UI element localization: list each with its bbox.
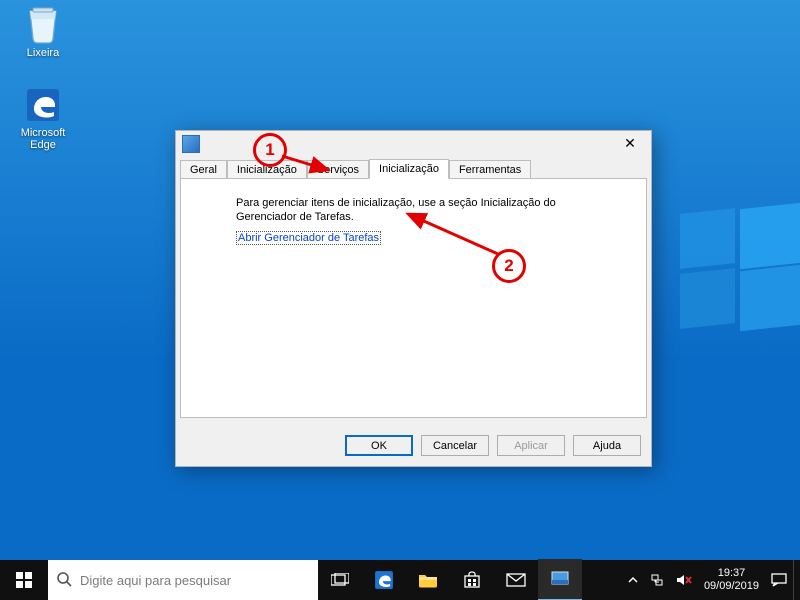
msconfig-dialog: ✕ Geral Inicialização Serviços Inicializ… [175,130,652,467]
desktop-icon-label: Microsoft Edge [8,127,78,151]
annotation-number: 1 [265,140,274,160]
taskbar-search[interactable]: Digite aqui para pesquisar [48,560,318,600]
taskbar-app-msconfig[interactable] [538,559,582,600]
dialog-titlebar[interactable]: ✕ [176,131,651,157]
taskbar-app-mail[interactable] [494,560,538,600]
notification-icon [771,573,787,587]
open-task-manager-link[interactable]: Abrir Gerenciador de Tarefas [236,231,381,245]
ok-button[interactable]: OK [345,435,413,456]
system-tray: 19:37 09/09/2019 [622,560,800,600]
msconfig-app-icon [182,135,200,153]
clock-time: 19:37 [704,567,759,580]
task-view-button[interactable] [318,560,362,600]
tray-volume-button[interactable] [670,560,698,600]
msconfig-icon [551,571,569,587]
taskbar: Digite aqui para pesquisar [0,560,800,600]
taskbar-app-store[interactable] [450,560,494,600]
desktop: Lixeira Microsoft Edge ✕ Geral Inicializ… [0,0,800,600]
annotation-arrow-1 [280,152,340,178]
folder-icon [418,572,438,588]
task-view-icon [331,573,349,587]
close-button[interactable]: ✕ [615,134,645,154]
annotation-arrow-2 [398,208,508,264]
desktop-icon-edge[interactable]: Microsoft Edge [8,85,78,151]
tab-tools[interactable]: Ferramentas [449,160,531,179]
start-button[interactable] [0,560,48,600]
desktop-icon-recycle-bin[interactable]: Lixeira [8,5,78,59]
windows-start-icon [16,572,32,588]
volume-muted-icon [676,573,692,587]
action-center-button[interactable] [765,560,793,600]
tab-general[interactable]: Geral [180,160,227,179]
edge-icon [374,570,394,590]
taskbar-clock[interactable]: 19:37 09/09/2019 [698,567,765,592]
search-icon [56,571,72,590]
desktop-icon-label: Lixeira [8,47,78,59]
clock-date: 09/09/2019 [704,580,759,593]
search-placeholder: Digite aqui para pesquisar [80,573,231,588]
cancel-button[interactable]: Cancelar [421,435,489,456]
mail-icon [506,573,526,587]
network-icon [650,573,664,587]
chevron-up-icon [628,575,638,585]
dialog-button-row: OK Cancelar Aplicar Ajuda [345,435,641,456]
tab-startup[interactable]: Inicialização [369,159,449,179]
taskbar-app-edge[interactable] [362,560,406,600]
tray-network-button[interactable] [644,560,670,600]
show-desktop-button[interactable] [793,560,800,600]
store-icon [463,571,481,589]
dialog-tabstrip: Geral Inicialização Serviços Inicializaç… [176,157,651,178]
windows-logo-decoration [680,205,800,365]
edge-icon [23,85,63,125]
apply-button: Aplicar [497,435,565,456]
help-button[interactable]: Ajuda [573,435,641,456]
taskbar-app-file-explorer[interactable] [406,560,450,600]
tray-overflow-button[interactable] [622,560,644,600]
recycle-bin-icon [23,5,63,45]
